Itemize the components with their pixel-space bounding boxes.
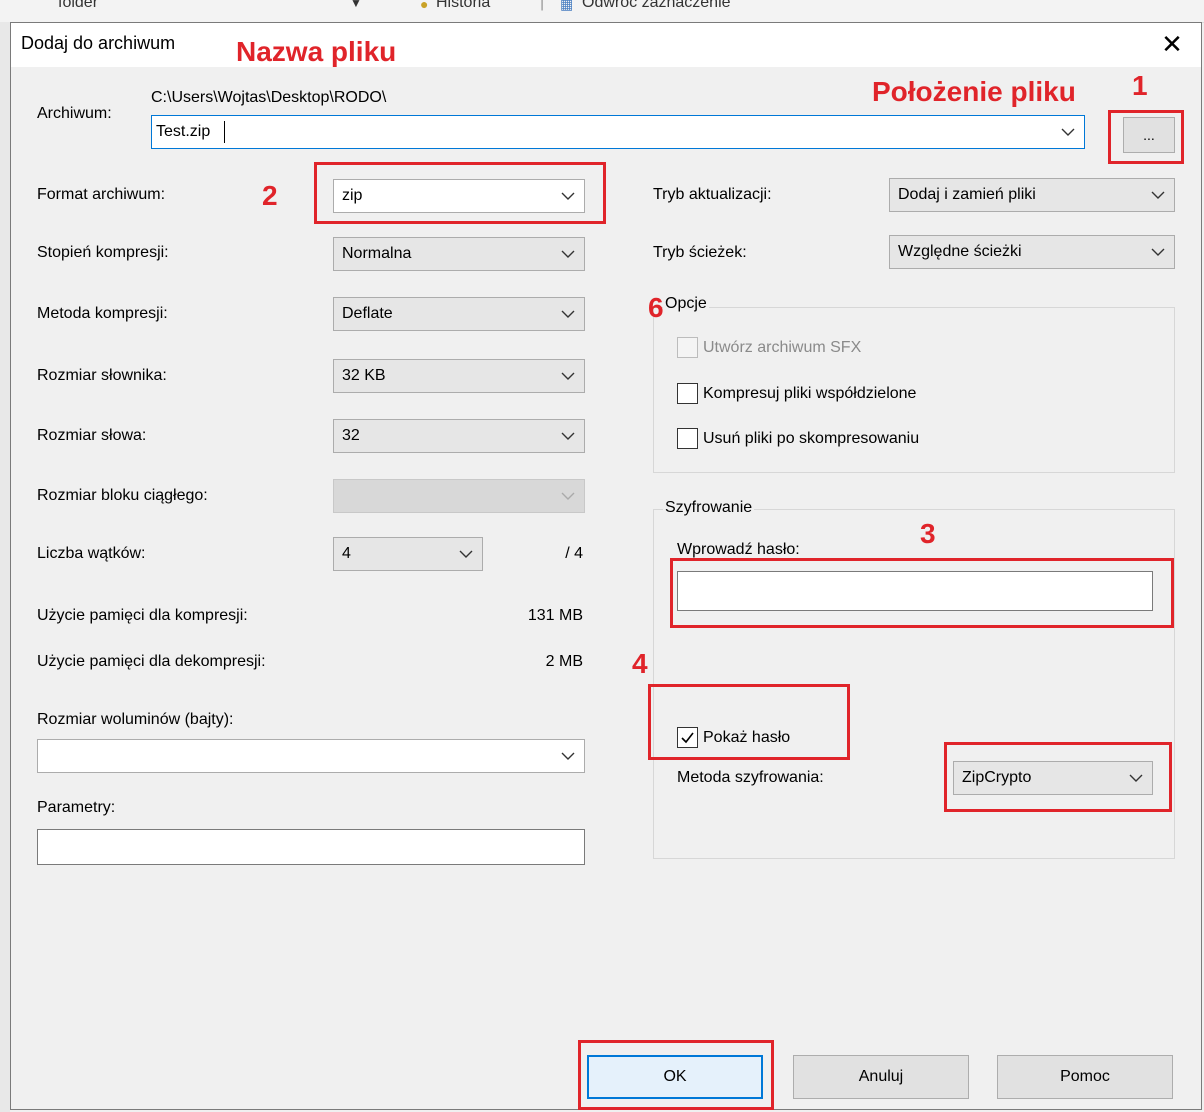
delete-after-checkbox[interactable] <box>677 428 698 449</box>
annotation-box-encryption-method <box>944 742 1172 812</box>
chevron-down-icon <box>561 492 575 500</box>
archive-path: C:\Users\Wojtas\Desktop\RODO\ <box>151 89 387 106</box>
background-folder-text: folder <box>58 0 99 11</box>
chevron-down-icon <box>561 372 575 380</box>
solid-block-size-label: Rozmiar bloku ciągłego: <box>37 487 208 504</box>
history-icon: ● <box>420 0 429 12</box>
annotation-box-ok <box>578 1040 774 1110</box>
annotation-file-location: Położenie pliku <box>872 76 1076 107</box>
memory-compression-label: Użycie pamięci dla kompresji: <box>37 607 248 624</box>
options-legend: Opcje <box>663 295 709 313</box>
parameters-input[interactable] <box>37 829 585 865</box>
dictionary-size-value: 32 KB <box>342 367 386 384</box>
word-size-value: 32 <box>342 427 360 444</box>
background-window-strip: folder ▼ ● Historia | ▦ Odwróć zaznaczen… <box>0 0 1204 23</box>
chevron-down-icon <box>459 550 473 558</box>
volume-size-combobox[interactable] <box>37 739 585 773</box>
annotation-number-3: 3 <box>920 518 936 549</box>
close-button[interactable]: ✕ <box>1157 29 1187 59</box>
archive-label: Archiwum: <box>37 105 112 122</box>
text-caret <box>224 121 225 143</box>
chevron-down-icon <box>1151 248 1165 256</box>
update-mode-select[interactable]: Dodaj i zamień pliki <box>889 178 1175 212</box>
annotation-number-1: 1 <box>1132 70 1148 101</box>
chevron-down-icon <box>561 310 575 318</box>
invert-selection-icon: ▦ <box>560 0 574 12</box>
thread-count-value: 4 <box>342 545 351 562</box>
chevron-down-icon <box>561 752 575 760</box>
annotation-number-4: 4 <box>632 648 648 679</box>
chevron-down-icon <box>561 250 575 258</box>
chevron-down-icon <box>1151 191 1165 199</box>
compression-method-select[interactable]: Deflate <box>333 297 585 331</box>
memory-compression-value: 131 MB <box>527 607 583 624</box>
chevron-down-icon <box>1061 128 1075 136</box>
compression-level-label: Stopień kompresji: <box>37 244 169 261</box>
encryption-legend: Szyfrowanie <box>663 499 755 517</box>
word-size-select[interactable]: 32 <box>333 419 585 453</box>
annotation-number-6: 6 <box>648 292 664 323</box>
annotation-box-format <box>314 162 606 224</box>
password-label: Wprowadź hasło: <box>677 541 800 558</box>
annotation-box-password <box>670 558 1174 628</box>
update-mode-label: Tryb aktualizacji: <box>653 186 772 203</box>
title-bar: Dodaj do archiwum ✕ <box>11 23 1201 67</box>
memory-decompression-label: Użycie pamięci dla dekompresji: <box>37 653 266 670</box>
chevron-down-icon <box>561 432 575 440</box>
dictionary-size-label: Rozmiar słownika: <box>37 367 167 384</box>
solid-block-size-select[interactable] <box>333 479 585 513</box>
help-button[interactable]: Pomoc <box>997 1055 1173 1099</box>
annotation-box-browse <box>1108 110 1184 164</box>
compress-shared-checkbox[interactable] <box>677 383 698 404</box>
compression-method-value: Deflate <box>342 305 393 322</box>
background-historia-text: Historia <box>436 0 491 11</box>
archive-name-value: Test.zip <box>156 123 211 140</box>
annotation-file-name: Nazwa pliku <box>236 36 397 67</box>
compress-shared-label: Kompresuj pliki współdzielone <box>703 385 917 402</box>
cancel-button[interactable]: Anuluj <box>793 1055 969 1099</box>
parameters-label: Parametry: <box>37 799 116 816</box>
dialog-title: Dodaj do archiwum <box>21 33 176 53</box>
create-sfx-checkbox[interactable] <box>677 337 698 358</box>
path-mode-label: Tryb ścieżek: <box>653 244 747 261</box>
compression-level-value: Normalna <box>342 245 412 262</box>
background-odwroc-text: Odwróć zaznaczenie <box>582 0 731 11</box>
close-icon: ✕ <box>1161 29 1183 59</box>
encryption-method-label: Metoda szyfrowania: <box>677 769 824 786</box>
memory-decompression-value: 2 MB <box>545 653 583 670</box>
compression-method-label: Metoda kompresji: <box>37 305 168 322</box>
format-label: Format archiwum: <box>37 186 166 203</box>
annotation-number-2: 2 <box>262 180 278 211</box>
background-dropdown-arrow-icon: ▼ <box>350 0 362 10</box>
word-size-label: Rozmiar słowa: <box>37 427 147 444</box>
thread-count-label: Liczba wątków: <box>37 545 146 562</box>
background-window-edge <box>0 22 10 1112</box>
archive-name-combobox[interactable]: Test.zip <box>151 115 1085 149</box>
annotation-box-show-password <box>648 684 850 760</box>
thread-count-select[interactable]: 4 <box>333 537 483 571</box>
delete-after-label: Usuń pliki po skompresowaniu <box>703 430 920 447</box>
thread-count-max: / 4 <box>565 545 583 562</box>
dictionary-size-select[interactable]: 32 KB <box>333 359 585 393</box>
path-mode-value: Względne ścieżki <box>898 243 1022 260</box>
compression-level-select[interactable]: Normalna <box>333 237 585 271</box>
create-sfx-label: Utwórz archiwum SFX <box>703 339 862 356</box>
path-mode-select[interactable]: Względne ścieżki <box>889 235 1175 269</box>
update-mode-value: Dodaj i zamień pliki <box>898 186 1036 203</box>
volume-size-label: Rozmiar woluminów (bajty): <box>37 711 234 728</box>
